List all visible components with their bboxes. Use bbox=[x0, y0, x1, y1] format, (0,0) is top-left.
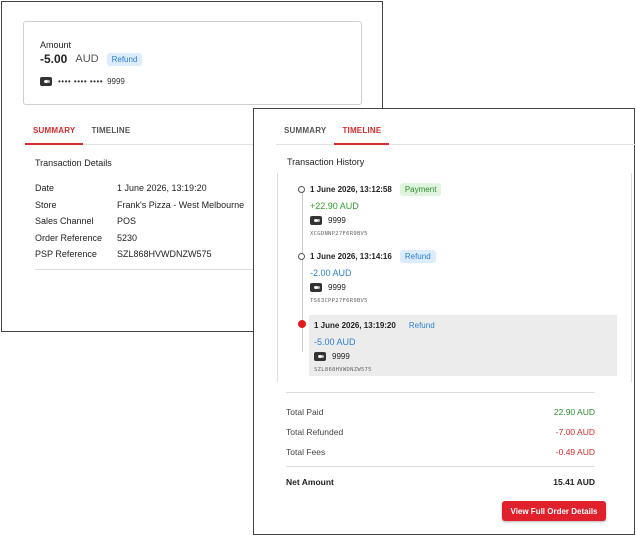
detail-value: 5230 bbox=[117, 232, 138, 243]
detail-row: Store Frank's Pizza - West Melbourne bbox=[35, 197, 244, 214]
total-refunded-label: Total Refunded bbox=[286, 427, 344, 437]
credit-card-icon bbox=[310, 216, 322, 225]
entry-header: 1 June 2026, 13:14:16 Refund bbox=[310, 250, 436, 263]
entry-reference: SZL868HVWDNZW575 bbox=[314, 367, 372, 373]
entry-card: 9999 bbox=[314, 352, 350, 361]
detail-value: SZL868HVWDNZW575 bbox=[117, 249, 212, 260]
timeline-dot-icon bbox=[298, 186, 305, 193]
view-full-order-details-button[interactable]: View Full Order Details bbox=[502, 501, 606, 521]
entry-card: 9999 bbox=[310, 283, 346, 292]
entry-amount: -5.00 AUD bbox=[314, 337, 356, 347]
total-paid-row: Total Paid 22.90 AUD bbox=[286, 407, 595, 417]
amount-currency: AUD bbox=[75, 53, 99, 65]
detail-row: Order Reference 5230 bbox=[35, 230, 244, 247]
divider bbox=[286, 466, 595, 467]
card-last4: 9999 bbox=[328, 283, 346, 292]
entry-header: 1 June 2026, 13:19:20 Refund bbox=[314, 319, 440, 332]
amount-card: Amount -5.00 AUD Refund •••• •••• •••• 9… bbox=[23, 21, 362, 105]
net-amount-value: 15.41 AUD bbox=[553, 477, 595, 487]
total-paid-label: Total Paid bbox=[286, 407, 324, 417]
detail-value: Frank's Pizza - West Melbourne bbox=[117, 199, 245, 210]
credit-card-icon bbox=[40, 77, 52, 86]
transaction-history-title: Transaction History bbox=[287, 157, 365, 167]
detail-key: Sales Channel bbox=[35, 216, 94, 227]
credit-card-icon bbox=[314, 352, 326, 361]
detail-key: PSP Reference bbox=[35, 249, 97, 260]
total-paid-value: 22.90 AUD bbox=[553, 407, 595, 417]
net-amount-label: Net Amount bbox=[286, 477, 334, 487]
entry-amount: +22.90 AUD bbox=[310, 201, 359, 211]
total-fees-row: Total Fees -0.49 AUD bbox=[286, 447, 595, 457]
refund-badge: Refund bbox=[408, 321, 435, 330]
timeline-dot-icon bbox=[298, 253, 305, 260]
entry-time: 1 June 2026, 13:19:20 bbox=[314, 321, 396, 330]
detail-key: Date bbox=[35, 183, 55, 194]
transaction-details-title: Transaction Details bbox=[35, 158, 112, 168]
card-info: •••• •••• •••• 9999 bbox=[40, 77, 125, 86]
entry-amount: -2.00 AUD bbox=[310, 268, 352, 278]
detail-value: 1 June 2026, 13:19:20 bbox=[117, 183, 207, 194]
entry-time: 1 June 2026, 13:12:58 bbox=[310, 185, 392, 194]
refund-badge: Refund bbox=[399, 250, 436, 263]
card-last4: 9999 bbox=[332, 352, 350, 361]
payment-badge: Payment bbox=[399, 183, 442, 196]
timeline-panel: SUMMARY TIMELINE Transaction History 1 J… bbox=[253, 108, 636, 535]
card-last4: 9999 bbox=[328, 216, 346, 225]
amount-label: Amount bbox=[40, 40, 72, 50]
detail-row: Sales Channel POS bbox=[35, 213, 244, 230]
detail-row: Date 1 June 2026, 13:19:20 bbox=[35, 180, 244, 197]
status-badge: Refund bbox=[106, 52, 143, 66]
detail-key: Store bbox=[35, 199, 57, 210]
divider bbox=[35, 269, 257, 270]
transaction-details: Date 1 June 2026, 13:19:20 Store Frank's… bbox=[35, 180, 244, 263]
card-mask: •••• •••• •••• bbox=[58, 77, 104, 86]
current-dot-icon bbox=[298, 320, 306, 328]
detail-key: Order Reference bbox=[35, 232, 103, 243]
timeline-tabs: SUMMARY TIMELINE bbox=[276, 126, 636, 145]
detail-row: PSP Reference SZL868HVWDNZW575 bbox=[35, 246, 244, 263]
entry-header: 1 June 2026, 13:12:58 Payment bbox=[310, 183, 442, 196]
total-fees-value: -0.49 AUD bbox=[555, 447, 595, 457]
tab-timeline[interactable]: TIMELINE bbox=[334, 126, 390, 145]
entry-time: 1 June 2026, 13:14:16 bbox=[310, 252, 392, 261]
net-amount-row: Net Amount 15.41 AUD bbox=[286, 477, 595, 487]
total-refunded-row: Total Refunded -7.00 AUD bbox=[286, 427, 595, 437]
timeline-list[interactable]: 1 June 2026, 13:12:58 Payment +22.90 AUD… bbox=[277, 173, 632, 382]
amount-row: -5.00 AUD Refund bbox=[40, 52, 143, 66]
tab-timeline[interactable]: TIMELINE bbox=[83, 126, 138, 144]
amount-value: -5.00 bbox=[40, 52, 68, 66]
tab-summary[interactable]: SUMMARY bbox=[276, 126, 334, 144]
divider bbox=[286, 392, 595, 393]
credit-card-icon bbox=[310, 283, 322, 292]
detail-value: POS bbox=[117, 216, 137, 227]
tab-summary[interactable]: SUMMARY bbox=[25, 126, 84, 145]
total-fees-label: Total Fees bbox=[286, 447, 326, 457]
total-refunded-value: -7.00 AUD bbox=[555, 427, 595, 437]
entry-reference: XCGDNNP27F6R9BV5 bbox=[310, 231, 368, 237]
entry-reference: TS63CPP27F6R9BV5 bbox=[310, 298, 368, 304]
entry-card: 9999 bbox=[310, 216, 346, 225]
card-last4: 9999 bbox=[107, 77, 125, 86]
